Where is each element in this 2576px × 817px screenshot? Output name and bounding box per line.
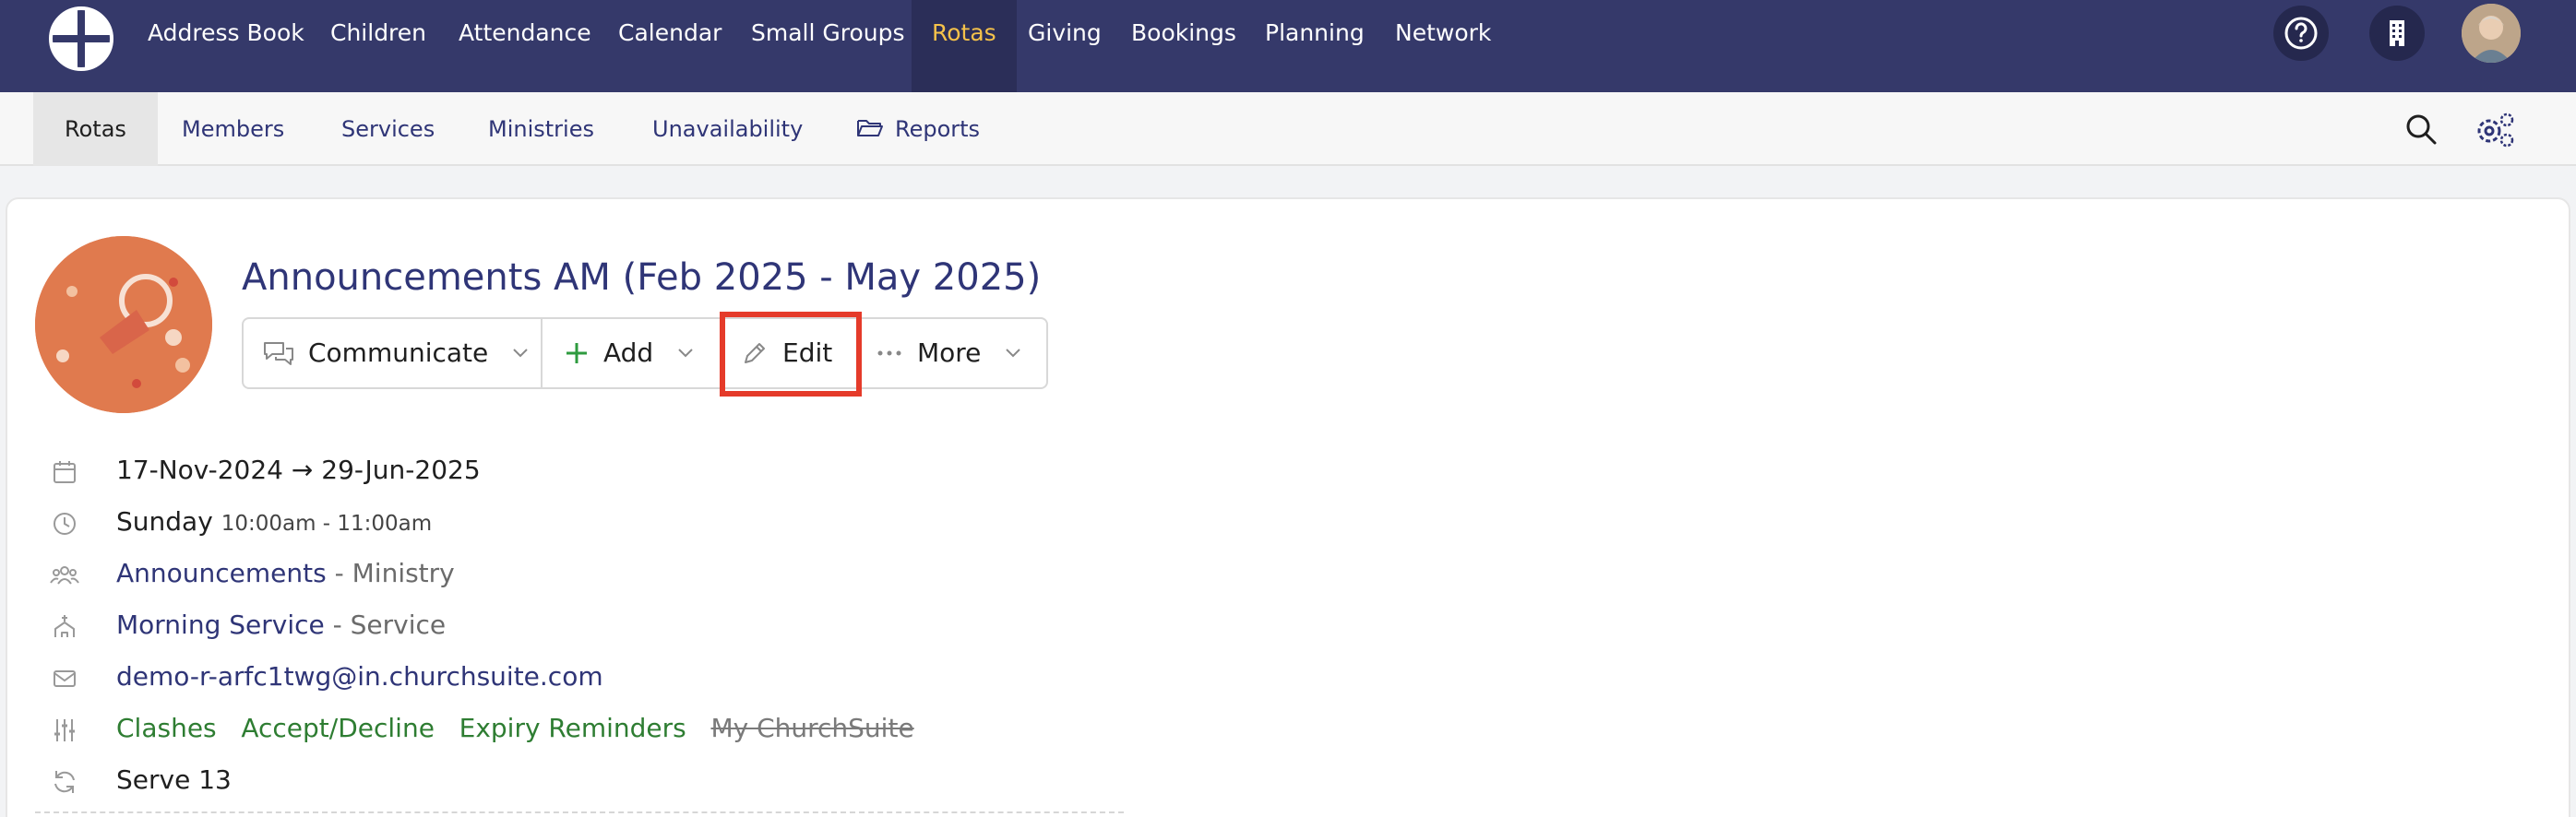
- email-row: demo-r-arfc1twg@in.churchsuite.com: [0, 658, 1199, 695]
- rotas-subnavigation: Rotas Members Services Ministries Unavai…: [0, 92, 2576, 166]
- rota-time: 10:00am - 11:00am: [221, 512, 433, 536]
- more-label: More: [917, 337, 982, 368]
- building-icon: [2390, 20, 2404, 46]
- nav-rotas[interactable]: Rotas: [912, 0, 1017, 92]
- rota-image: [35, 236, 212, 413]
- question-circle-icon: [2284, 17, 2318, 50]
- time-row: Sunday 10:00am - 11:00am: [0, 503, 1199, 540]
- nav-small-groups[interactable]: Small Groups: [751, 0, 905, 92]
- nav-giving[interactable]: Giving: [1028, 0, 1102, 92]
- subnav-ministries[interactable]: Ministries: [488, 92, 594, 166]
- settings-button[interactable]: [2475, 109, 2517, 149]
- communicate-label: Communicate: [308, 337, 489, 368]
- subnav-members[interactable]: Members: [182, 92, 284, 166]
- subnav-rotas[interactable]: Rotas: [33, 92, 158, 166]
- page-title: Announcements AM (Feb 2025 - May 2025): [242, 256, 1042, 299]
- edit-button-highlight: [720, 312, 862, 397]
- nav-network[interactable]: Network: [1395, 0, 1491, 92]
- top-navigation: Address Book Children Attendance Calenda…: [0, 0, 2576, 92]
- clock-icon: [54, 513, 76, 535]
- divider: [541, 319, 543, 387]
- date-range-row: 17-Nov-2024 → 29-Jun-2025: [0, 452, 1199, 489]
- ministry-suffix: - Ministry: [334, 558, 455, 588]
- nav-bookings[interactable]: Bookings: [1131, 0, 1236, 92]
- nav-address-book[interactable]: Address Book: [148, 0, 304, 92]
- search-icon: [2406, 114, 2437, 145]
- setting-accept-decline: Accept/Decline: [241, 713, 435, 743]
- refresh-icon: [54, 771, 75, 793]
- serve-row: Serve 13: [0, 762, 1199, 799]
- subnav-reports[interactable]: Reports: [856, 92, 980, 166]
- add-label: Add: [603, 337, 654, 368]
- help-button[interactable]: [2273, 6, 2329, 61]
- calendar-icon: [54, 461, 76, 483]
- folder-open-icon: [857, 120, 883, 136]
- users-icon: [50, 566, 79, 585]
- settings-row: Clashes Accept/Decline Expiry Reminders …: [0, 710, 1199, 747]
- communicate-button[interactable]: Communicate: [262, 319, 530, 387]
- ministry-row: Announcements - Ministry: [0, 555, 1199, 592]
- chat-bubbles-icon: [264, 342, 293, 365]
- nav-calendar[interactable]: Calendar: [618, 0, 722, 92]
- churchsuite-logo-icon[interactable]: [48, 6, 114, 72]
- section-divider: [35, 811, 1124, 813]
- subnav-unavailability[interactable]: Unavailability: [652, 92, 803, 166]
- nav-planning[interactable]: Planning: [1265, 0, 1365, 92]
- chevron-down-icon: [513, 349, 528, 358]
- serve-count: Serve 13: [116, 764, 232, 795]
- service-suffix: - Service: [332, 610, 447, 640]
- date-range: 17-Nov-2024 → 29-Jun-2025: [116, 455, 481, 485]
- church-icon: [54, 615, 75, 637]
- gears-icon: [2477, 112, 2514, 148]
- ministry-link[interactable]: Announcements: [116, 558, 327, 588]
- setting-expiry-reminders: Expiry Reminders: [459, 713, 686, 743]
- setting-clashes: Clashes: [116, 713, 217, 743]
- ellipsis-icon: [877, 350, 901, 356]
- envelope-icon: [54, 670, 76, 687]
- user-avatar[interactable]: [2462, 4, 2521, 63]
- rota-email-link[interactable]: demo-r-arfc1twg@in.churchsuite.com: [116, 658, 603, 695]
- setting-my-churchsuite: My ChurchSuite: [710, 713, 914, 743]
- subnav-reports-label: Reports: [895, 116, 981, 142]
- search-button[interactable]: [2403, 111, 2439, 148]
- service-row: Morning Service - Service: [0, 607, 1199, 644]
- organisation-button[interactable]: [2369, 6, 2425, 61]
- chevron-down-icon: [1006, 349, 1021, 358]
- nav-children[interactable]: Children: [330, 0, 426, 92]
- plus-icon: [566, 343, 587, 363]
- more-button[interactable]: More: [877, 319, 1022, 387]
- nav-attendance[interactable]: Attendance: [459, 0, 591, 92]
- service-link[interactable]: Morning Service: [116, 610, 325, 640]
- rota-action-buttons: Communicate Add Edit More: [242, 317, 1048, 389]
- add-button[interactable]: Add: [565, 319, 695, 387]
- subnav-services[interactable]: Services: [341, 92, 435, 166]
- sliders-icon: [54, 719, 75, 741]
- rota-day: Sunday: [116, 506, 213, 537]
- chevron-down-icon: [678, 349, 693, 358]
